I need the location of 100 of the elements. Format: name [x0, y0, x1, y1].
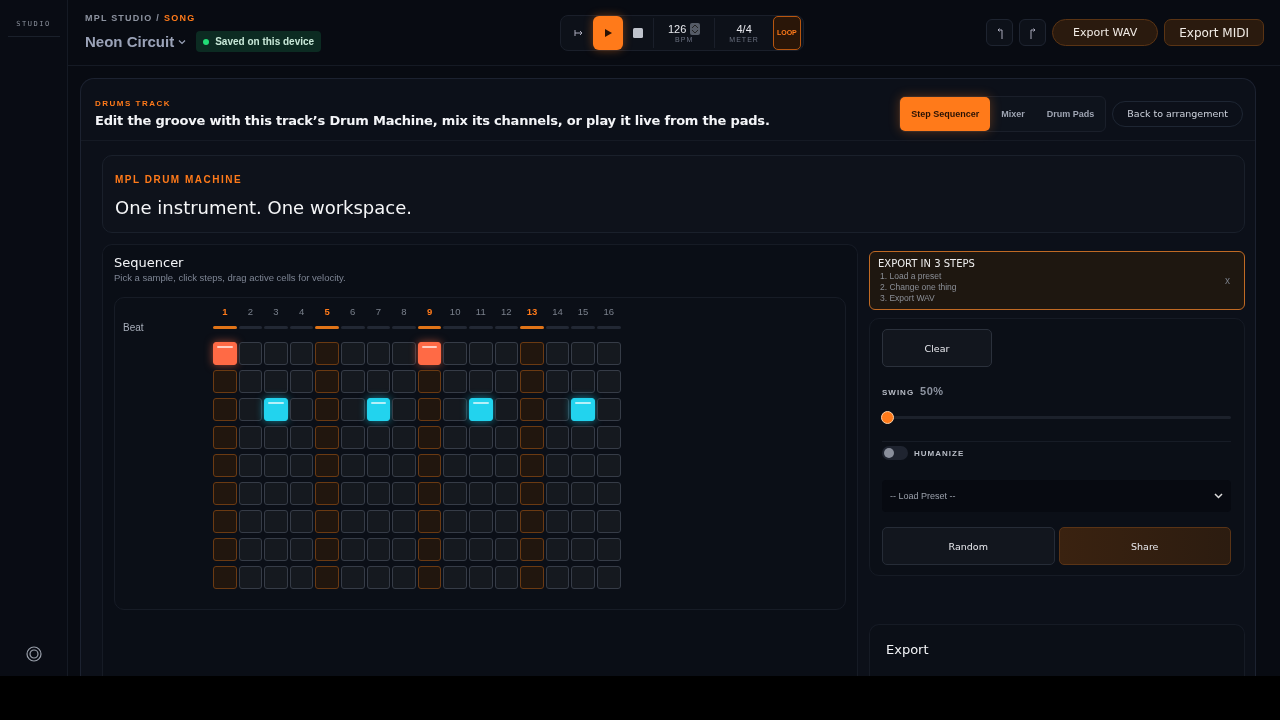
step-cell[interactable]	[417, 370, 442, 393]
step-cell[interactable]	[545, 510, 570, 533]
view-tab[interactable]: Step Sequencer	[900, 96, 991, 131]
redo-button[interactable]	[1019, 19, 1047, 46]
step-cell[interactable]	[315, 510, 339, 533]
step-cell[interactable]	[315, 426, 339, 449]
step-cell[interactable]	[366, 566, 391, 589]
step-cell[interactable]	[264, 510, 288, 533]
step-cell[interactable]	[264, 342, 288, 365]
step-cell[interactable]	[289, 370, 314, 393]
step-cell[interactable]	[468, 454, 493, 477]
slider-thumb[interactable]	[881, 411, 894, 424]
step-cell[interactable]	[213, 370, 237, 393]
share-button[interactable]: Share	[1058, 527, 1231, 565]
step-cell[interactable]	[545, 342, 570, 365]
step-cell[interactable]	[494, 342, 519, 365]
step-cell[interactable]	[392, 510, 416, 533]
step-cell[interactable]	[417, 538, 442, 561]
step-cell[interactable]	[392, 426, 416, 449]
meter-value[interactable]: 4/4	[736, 22, 752, 35]
step-cell[interactable]	[213, 482, 237, 505]
step-cell[interactable]	[596, 370, 621, 393]
step-cell[interactable]	[520, 510, 544, 533]
step-cell[interactable]	[417, 482, 442, 505]
step-cell[interactable]	[417, 398, 442, 421]
step-cell[interactable]	[545, 454, 570, 477]
step-cell[interactable]	[213, 342, 237, 365]
step-cell[interactable]	[315, 342, 339, 365]
step-cell[interactable]	[264, 482, 288, 505]
step-cell[interactable]	[238, 510, 263, 533]
step-cell[interactable]	[289, 482, 314, 505]
step-cell[interactable]	[238, 454, 263, 477]
step-cell[interactable]	[443, 538, 467, 561]
step-cell[interactable]	[340, 538, 365, 561]
step-cell[interactable]	[392, 342, 416, 365]
step-cell[interactable]	[315, 454, 339, 477]
step-cell[interactable]	[468, 566, 493, 589]
step-cell[interactable]	[443, 482, 467, 505]
humanize-toggle[interactable]	[882, 446, 908, 460]
step-cell[interactable]	[571, 342, 595, 365]
back-button[interactable]: Back to arrangement	[1112, 100, 1243, 127]
clear-button[interactable]: Clear	[882, 329, 992, 367]
step-cell[interactable]	[520, 482, 544, 505]
step-cell[interactable]	[238, 482, 263, 505]
step-cell[interactable]	[392, 482, 416, 505]
step-cell[interactable]	[443, 398, 467, 421]
step-cell[interactable]	[289, 566, 314, 589]
step-cell[interactable]	[289, 538, 314, 561]
step-cell[interactable]	[494, 482, 519, 505]
step-cell[interactable]	[571, 482, 595, 505]
export-button[interactable]: Export WAV	[1052, 19, 1159, 46]
step-cell[interactable]	[545, 398, 570, 421]
step-cell[interactable]	[494, 566, 519, 589]
step-cell[interactable]	[213, 398, 237, 421]
step-cell[interactable]	[264, 538, 288, 561]
step-cell[interactable]	[238, 426, 263, 449]
step-cell[interactable]	[596, 510, 621, 533]
step-cell[interactable]	[417, 454, 442, 477]
step-cell[interactable]	[571, 538, 595, 561]
step-cell[interactable]	[443, 342, 467, 365]
step-cell[interactable]	[596, 398, 621, 421]
step-cell[interactable]	[340, 482, 365, 505]
random-button[interactable]: Random	[882, 527, 1055, 565]
step-cell[interactable]	[520, 370, 544, 393]
step-cell[interactable]	[340, 398, 365, 421]
step-cell[interactable]	[520, 454, 544, 477]
step-cell[interactable]	[264, 370, 288, 393]
step-cell[interactable]	[238, 538, 263, 561]
step-cell[interactable]	[468, 510, 493, 533]
step-cell[interactable]	[545, 482, 570, 505]
step-cell[interactable]	[264, 398, 288, 421]
step-cell[interactable]	[213, 510, 237, 533]
step-cell[interactable]	[443, 370, 467, 393]
step-cell[interactable]	[238, 566, 263, 589]
step-cell[interactable]	[289, 454, 314, 477]
step-cell[interactable]	[315, 482, 339, 505]
step-cell[interactable]	[289, 510, 314, 533]
step-cell[interactable]	[392, 538, 416, 561]
close-button[interactable]: x	[1219, 274, 1236, 287]
step-cell[interactable]	[366, 454, 391, 477]
step-cell[interactable]	[443, 510, 467, 533]
step-cell[interactable]	[596, 538, 621, 561]
step-cell[interactable]	[520, 398, 544, 421]
step-cell[interactable]	[315, 538, 339, 561]
step-cell[interactable]	[315, 398, 339, 421]
step-cell[interactable]	[238, 370, 263, 393]
step-cell[interactable]	[596, 566, 621, 589]
step-cell[interactable]	[520, 538, 544, 561]
step-cell[interactable]	[571, 510, 595, 533]
step-cell[interactable]	[596, 454, 621, 477]
step-cell[interactable]	[494, 426, 519, 449]
step-cell[interactable]	[443, 566, 467, 589]
step-cell[interactable]	[238, 342, 263, 365]
step-cell[interactable]	[571, 398, 595, 421]
step-cell[interactable]	[417, 342, 442, 365]
step-cell[interactable]	[494, 398, 519, 421]
breadcrumb-root[interactable]: MPL STUDIO	[85, 13, 153, 23]
step-cell[interactable]	[315, 370, 339, 393]
step-cell[interactable]	[468, 482, 493, 505]
step-cell[interactable]	[264, 426, 288, 449]
